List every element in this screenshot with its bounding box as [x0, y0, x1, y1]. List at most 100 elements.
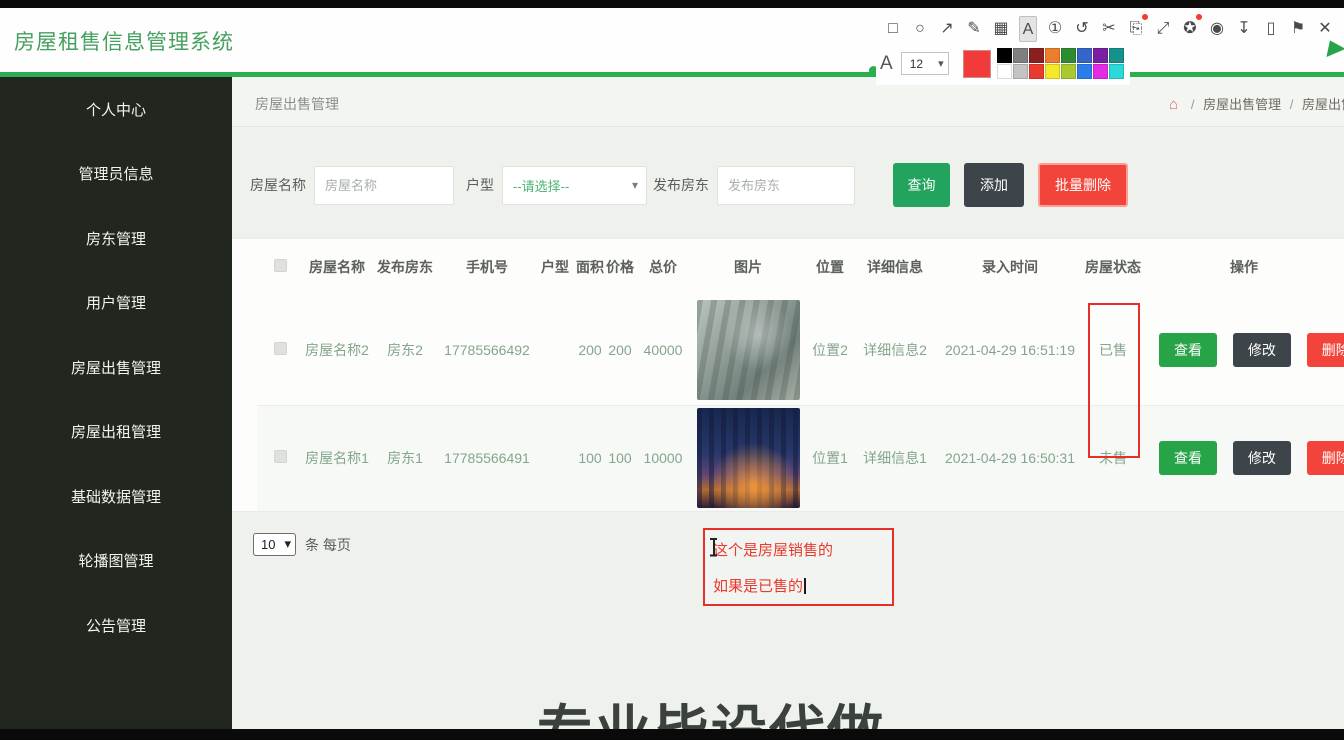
sidebar-item-user-mgmt[interactable]: 用户管理: [0, 271, 232, 336]
view-button[interactable]: 查看: [1159, 441, 1217, 476]
edit-button[interactable]: 修改: [1232, 441, 1291, 476]
breadcrumb-item-current[interactable]: 房屋出售: [1302, 97, 1344, 112]
col-header-time: 录入时间: [982, 259, 1038, 275]
breadcrumb-separator: /: [1289, 97, 1294, 112]
select-all-checkbox[interactable]: [273, 259, 287, 272]
col-header-image: 图片: [734, 259, 762, 275]
cell-total: 10000: [635, 405, 691, 511]
sidebar-item-notice-mgmt[interactable]: 公告管理: [0, 593, 232, 658]
page-size-select[interactable]: 10: [253, 533, 296, 556]
col-header-phone: 手机号: [466, 259, 508, 275]
note-line-2: 如果是已售的: [713, 575, 807, 596]
top-black-strip: [0, 0, 1344, 8]
cell-price: 200: [608, 341, 632, 358]
palette-swatch[interactable]: [1076, 64, 1092, 79]
breadcrumb-item-house-sale[interactable]: 房屋出售管理: [1203, 97, 1281, 112]
sidebar-item-carousel-mgmt[interactable]: 轮播图管理: [0, 529, 232, 594]
cell-time: 2021-04-29 16:50:31: [935, 405, 1085, 511]
close-icon[interactable]: ✕: [1316, 16, 1334, 42]
palette-swatch[interactable]: [1028, 48, 1044, 63]
expand-icon[interactable]: ⤢: [1154, 16, 1172, 42]
per-page-label: 条 每页: [305, 536, 351, 553]
crop-icon[interactable]: ✂: [1100, 16, 1118, 42]
col-header-status: 房屋状态: [1085, 259, 1141, 275]
current-color-swatch[interactable]: [962, 49, 991, 78]
mouse-cursor: [1326, 40, 1344, 61]
palette-swatch[interactable]: [1092, 48, 1108, 63]
palette-swatch[interactable]: [1028, 64, 1044, 79]
sidebar-item-house-sale-mgmt[interactable]: 房屋出售管理: [0, 335, 232, 400]
sidebar-item-label: 房屋出租管理: [70, 424, 161, 442]
palette-swatch[interactable]: [996, 64, 1012, 79]
palette-swatch[interactable]: [1044, 48, 1060, 63]
sidebar-item-label: 基础数据管理: [70, 488, 161, 506]
cell-phone: 17785566491: [439, 405, 535, 511]
sidebar-item-label: 公告管理: [85, 617, 146, 635]
house-type-select[interactable]: --请选择--: [502, 165, 647, 205]
palette-swatch[interactable]: [1108, 48, 1124, 63]
color-palette: [996, 48, 1124, 79]
palette-swatch[interactable]: [1108, 64, 1124, 79]
delete-button[interactable]: 删除: [1306, 332, 1344, 367]
row-checkbox[interactable]: [273, 450, 287, 464]
col-header-price: 价格: [606, 259, 634, 275]
cell-location: 位置2: [812, 341, 848, 358]
cell-house-name: 房屋名称2: [305, 341, 369, 358]
sidebar-item-landlord-mgmt[interactable]: 房东管理: [0, 206, 232, 271]
cell-details: 详细信息2: [863, 341, 927, 358]
batch-delete-button[interactable]: 批量删除: [1038, 163, 1128, 207]
bottom-black-strip: [0, 729, 1344, 740]
delete-button[interactable]: 删除: [1306, 441, 1344, 476]
font-icon[interactable]: A: [880, 53, 893, 75]
palette-swatch[interactable]: [996, 48, 1012, 63]
number-badge-tool-icon[interactable]: ①: [1046, 16, 1064, 42]
sidebar-item-house-rent-mgmt[interactable]: 房屋出租管理: [0, 400, 232, 465]
query-button[interactable]: 查询: [893, 163, 950, 207]
breadcrumb-separator: /: [1190, 97, 1195, 112]
font-size-select[interactable]: 12: [900, 52, 949, 75]
sidebar-item-label: 房东管理: [85, 230, 146, 248]
annotation-note-box[interactable]: 这个是房屋销售的 如果是已售的: [703, 528, 894, 606]
mosaic-tool-icon[interactable]: ▦: [992, 16, 1010, 42]
pen-tool-icon[interactable]: ✎: [965, 16, 983, 42]
sidebar-item-admin-info[interactable]: 管理员信息: [0, 142, 232, 207]
landlord-input[interactable]: [717, 165, 855, 205]
record-icon[interactable]: ◉: [1208, 16, 1226, 42]
house-name-input[interactable]: [314, 165, 454, 205]
page-title-bar: 房屋出售管理 ⌂ / 房屋出售管理 / 房屋出售: [232, 77, 1344, 127]
edit-button[interactable]: 修改: [1232, 332, 1291, 367]
row-checkbox[interactable]: [273, 341, 287, 355]
annotation-toolbar: □ ○ ↗ ✎ ▦ A ① ↺ ✂ ⎘ ⤢ ✪ ◉ ↧ ▯ ⚑ ✕: [884, 14, 1334, 42]
annotation-font-bar: A 12: [876, 46, 1130, 85]
pin-icon[interactable]: ✪: [1181, 14, 1202, 42]
palette-swatch[interactable]: [1092, 64, 1108, 79]
copy-icon[interactable]: ⎘: [1127, 14, 1148, 42]
home-icon[interactable]: ⌂: [1169, 96, 1178, 113]
typing-caret: [804, 578, 807, 594]
palette-swatch[interactable]: [1012, 48, 1028, 63]
palette-swatch[interactable]: [1044, 64, 1060, 79]
status-annotation-rectangle: [1088, 303, 1140, 458]
sidebar-item-label: 房屋出售管理: [70, 359, 161, 377]
palette-swatch[interactable]: [1060, 64, 1076, 79]
view-button[interactable]: 查看: [1159, 332, 1217, 367]
ellipse-tool-icon[interactable]: ○: [911, 16, 929, 42]
save-icon[interactable]: ↧: [1235, 16, 1253, 42]
sidebar-item-personal-center[interactable]: 个人中心: [0, 77, 232, 142]
palette-swatch[interactable]: [1060, 48, 1076, 63]
house-table: 房屋名称 发布房东 手机号 户型 面积 价格 总价 图片 位置 详细信息 录入时…: [232, 238, 1344, 512]
palette-swatch[interactable]: [1012, 64, 1028, 79]
undo-icon[interactable]: ↺: [1073, 16, 1091, 42]
rectangle-tool-icon[interactable]: □: [884, 16, 902, 42]
text-tool-icon[interactable]: A: [1019, 16, 1037, 42]
cell-price: 100: [605, 405, 635, 511]
house-photo: [696, 408, 800, 509]
add-button[interactable]: 添加: [964, 163, 1024, 207]
monitor-icon[interactable]: ▯: [1262, 16, 1280, 42]
palette-swatch[interactable]: [1076, 48, 1092, 63]
arrow-tool-icon[interactable]: ↗: [938, 16, 956, 42]
cell-landlord: 房东2: [387, 341, 423, 358]
sidebar-item-base-data-mgmt[interactable]: 基础数据管理: [0, 464, 232, 529]
page-size-value: 10: [261, 537, 276, 552]
bookmark-icon[interactable]: ⚑: [1289, 16, 1307, 42]
